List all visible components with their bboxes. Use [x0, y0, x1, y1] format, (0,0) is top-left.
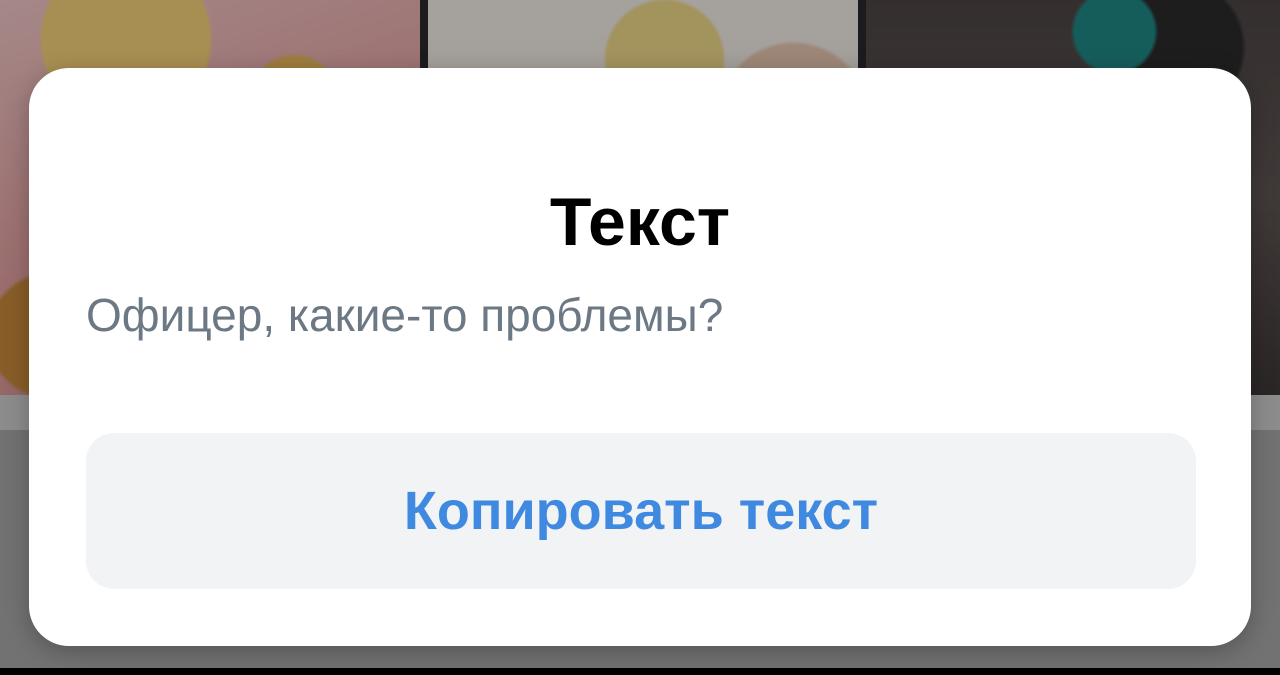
system-navigation-bar [0, 668, 1280, 675]
copy-text-button[interactable]: Копировать текст [86, 433, 1196, 589]
dialog-title: Текст [549, 184, 731, 260]
dialog-message: Офицер, какие-то проблемы? [86, 289, 724, 341]
app-screen: Текст Офицер, какие-то проблемы? Копиров… [0, 0, 1280, 675]
text-dialog: Текст Офицер, какие-то проблемы? Копиров… [29, 68, 1251, 646]
